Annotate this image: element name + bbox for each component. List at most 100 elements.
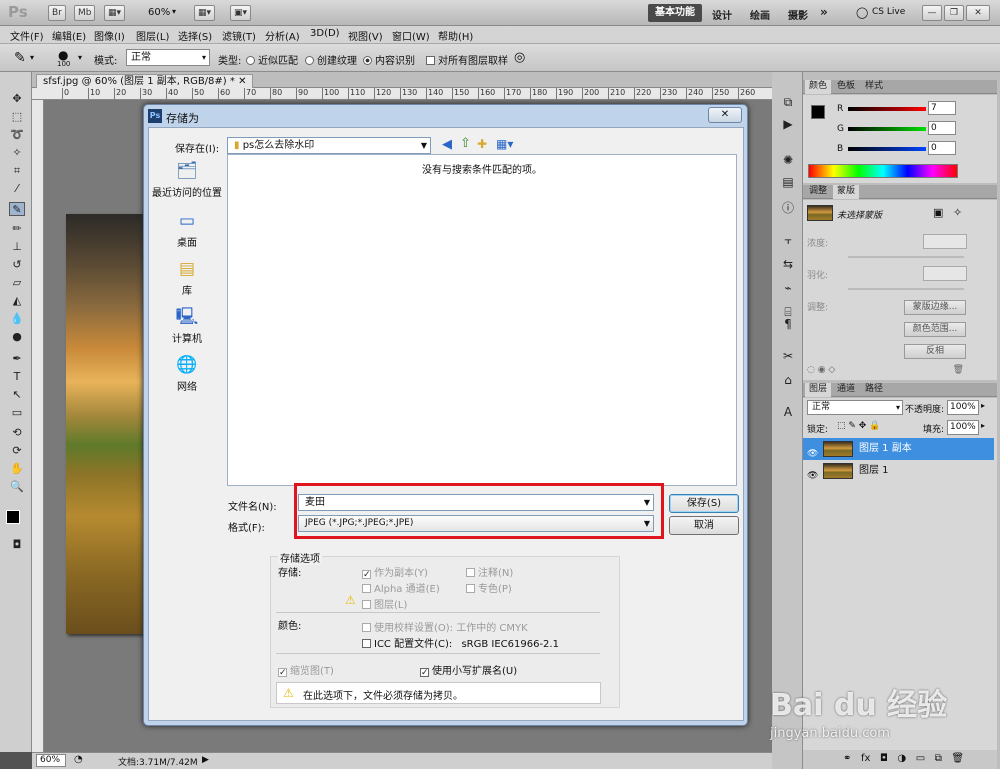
place-network[interactable]: 🌐 网络 (150, 354, 224, 393)
save-in-select[interactable]: ▮ ps怎么去除水印 ▼ (227, 137, 431, 154)
r-slider[interactable] (848, 107, 926, 111)
sample-all-layers-checkbox[interactable]: 对所有图层取样 (426, 52, 508, 67)
dialog-close-button[interactable]: ✕ (708, 107, 742, 123)
new-folder-icon[interactable]: ✚ (477, 137, 487, 151)
close-button[interactable]: ✕ (966, 5, 990, 21)
menu-image[interactable]: 图像(I) (94, 28, 125, 43)
visibility-eye-icon[interactable]: 👁 (807, 465, 818, 487)
mode-select[interactable]: 正常 ▾ (126, 49, 210, 66)
clone-source-icon[interactable]: ▤ (780, 174, 796, 190)
annotations-checkbox[interactable]: 注释(N) (466, 564, 513, 579)
minimize-button[interactable]: — (922, 5, 942, 21)
shape-tool-icon[interactable]: ▭ (9, 406, 25, 420)
tab-adjustments[interactable]: 调整 (805, 185, 831, 199)
actions-panel-icon[interactable]: ▶ (780, 116, 796, 132)
tab-masks[interactable]: 蒙版 (833, 185, 860, 199)
tab-paths[interactable]: 路径 (861, 383, 887, 397)
pen-tool-icon[interactable]: ✒ (9, 352, 25, 366)
blend-mode-select[interactable]: 正常 ▾ (807, 400, 903, 415)
back-icon[interactable]: ◀ (442, 137, 452, 152)
workspace-painting[interactable]: 绘画 (750, 7, 770, 22)
clone-stamp-tool-icon[interactable]: ⊥ (9, 240, 25, 254)
icc-profile-checkbox[interactable]: ICC 配置文件(C): sRGB IEC61966-2.1 (362, 635, 559, 650)
bridge-button[interactable]: Br (48, 5, 66, 21)
r-value-field[interactable]: 7 (928, 101, 956, 115)
paint-bucket-tool-icon[interactable]: ◭ (9, 294, 25, 308)
fill-field[interactable]: 100% (947, 420, 979, 435)
path-select-tool-icon[interactable]: ↖ (9, 388, 25, 402)
layer-row[interactable]: 👁 图层 1 (803, 460, 994, 482)
status-menu-arrow-icon[interactable]: ▶ (202, 755, 209, 765)
chevron-down-icon[interactable]: ▾ (78, 53, 82, 62)
quick-mask-icon[interactable]: ◘ (9, 538, 25, 552)
restore-button[interactable]: ❐ (944, 5, 964, 21)
more-workspaces-button[interactable]: » (820, 5, 828, 19)
menu-layer[interactable]: 图层(L) (136, 28, 169, 43)
character-panel-icon[interactable]: ⫟ (780, 232, 796, 248)
fill-arrow-icon[interactable]: ▸ (981, 421, 985, 430)
invert-button[interactable]: 反相 (904, 344, 966, 359)
menu-3d[interactable]: 3D(D) (310, 28, 340, 39)
view-menu-icon[interactable]: ▦▾ (496, 137, 513, 151)
menu-file[interactable]: 文件(F) (10, 28, 44, 43)
tab-color[interactable]: 颜色 (805, 80, 832, 94)
up-folder-icon[interactable]: ⇧ (460, 136, 471, 151)
type-texture-radio[interactable]: 创建纹理 (305, 52, 357, 67)
blur-tool-icon[interactable]: 💧 (9, 312, 25, 326)
status-info-icon[interactable]: ◔ (74, 754, 83, 765)
history-panel-icon[interactable]: ⧉ (780, 94, 796, 110)
history-brush-tool-icon[interactable]: ↺ (9, 258, 25, 272)
color-range-button[interactable]: 颜色范围... (904, 322, 966, 337)
info-panel-icon[interactable]: ⓘ (780, 200, 796, 216)
styles-panel-icon[interactable]: ⌂ (780, 372, 796, 388)
tab-styles[interactable]: 样式 (861, 80, 887, 94)
tool-presets-icon[interactable]: ✂ (780, 348, 796, 364)
close-icon[interactable]: ✕ (238, 76, 246, 87)
3d-rotate-tool-icon[interactable]: ⟲ (9, 426, 25, 440)
thumbnail-checkbox[interactable]: 缩览图(T) (278, 662, 334, 677)
3d-panel-icon[interactable]: ⇆ (780, 256, 796, 272)
b-slider[interactable] (848, 147, 926, 151)
type-proximity-radio[interactable]: 近似匹配 (246, 52, 298, 67)
layers-checkbox[interactable]: 图层(L) (362, 596, 407, 611)
workspace-essentials[interactable]: 基本功能 (648, 4, 702, 22)
layer-row[interactable]: 👁 图层 1 副本 (803, 438, 994, 460)
menu-edit[interactable]: 编辑(E) (52, 28, 86, 43)
alpha-channels-checkbox[interactable]: Alpha 通道(E) (362, 580, 440, 595)
tab-layers[interactable]: 图层 (805, 383, 832, 397)
marquee-tool-icon[interactable]: ⬚ (9, 110, 25, 124)
hand-tool-icon[interactable]: ✋ (9, 462, 25, 476)
color-spectrum-bar[interactable] (808, 164, 958, 178)
type-content-aware-radio[interactable]: 内容识别 (363, 52, 415, 67)
screen-mode-button[interactable]: ▣▾ (230, 5, 252, 21)
tab-channels[interactable]: 通道 (833, 383, 859, 397)
foreground-color-swatch[interactable] (6, 510, 20, 524)
healing-brush-tool-icon[interactable]: ✎ (9, 202, 25, 216)
chevron-down-icon[interactable]: ▾ (30, 53, 34, 62)
brush-panel-icon[interactable]: ✺ (780, 152, 796, 168)
density-field[interactable] (923, 234, 967, 249)
move-tool-icon[interactable]: ✥ (9, 92, 25, 106)
dodge-tool-icon[interactable]: ● (9, 330, 25, 344)
paragraph-mark-icon[interactable]: ¶ (780, 316, 796, 332)
eyedropper-tool-icon[interactable]: ⁄ (9, 182, 25, 196)
3d-orbit-tool-icon[interactable]: ⟳ (9, 444, 25, 458)
layer-name[interactable]: 图层 1 副本 (859, 438, 912, 460)
lock-icons[interactable]: ⬚ ✎ ✥ 🔒 (837, 421, 880, 431)
zoom-tool-icon[interactable]: 🔍 (9, 480, 25, 494)
cs-live-button[interactable]: CS Live (872, 7, 905, 17)
lasso-tool-icon[interactable]: ➰ (9, 128, 25, 142)
menu-window[interactable]: 窗口(W) (392, 28, 430, 43)
lowercase-extension-checkbox[interactable]: 使用小写扩展名(U) (420, 662, 517, 677)
quick-select-tool-icon[interactable]: ✧ (9, 146, 25, 160)
opacity-field[interactable]: 100% (947, 400, 979, 415)
vector-mask-icon[interactable]: ✧ (953, 206, 962, 219)
place-libraries[interactable]: ▤ 库 (150, 258, 224, 297)
animation-panel-icon[interactable]: ⌁ (780, 280, 796, 296)
save-button[interactable]: 保存(S) (669, 494, 739, 513)
mask-edge-button[interactable]: 蒙版边缘... (904, 300, 966, 315)
menu-help[interactable]: 帮助(H) (438, 28, 473, 43)
healing-brush-icon[interactable]: ✎ (14, 50, 26, 66)
proof-setup-checkbox[interactable]: 使用校样设置(O): 工作中的 CMYK (362, 619, 528, 634)
mini-bridge-button[interactable]: Mb (74, 5, 96, 21)
